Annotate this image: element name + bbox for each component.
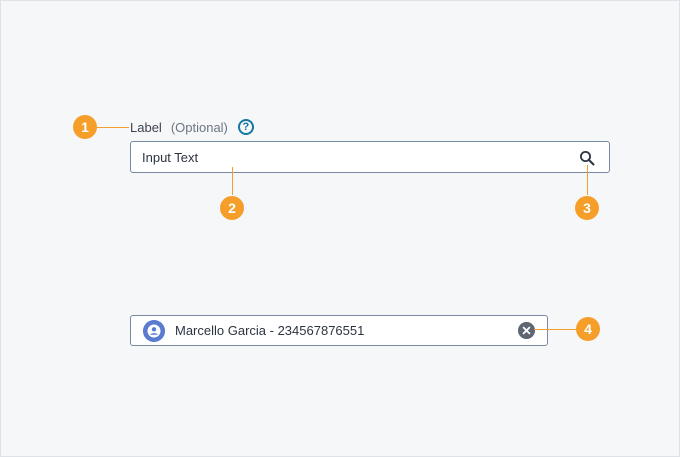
callout-number: 4 (584, 321, 592, 337)
callout-marker-3: 3 (575, 196, 599, 220)
annotation-canvas: 1 Label (Optional) ? Input Text 2 3 Marc… (0, 0, 680, 457)
selected-value-field[interactable]: Marcello Garcia - 234567876551 (130, 315, 548, 346)
selected-value-text: Marcello Garcia - 234567876551 (175, 323, 365, 338)
user-avatar-icon (143, 320, 165, 342)
field-label: Label (130, 119, 162, 135)
callout-line-2 (232, 167, 233, 195)
callout-line-1 (97, 127, 129, 128)
callout-line-4 (534, 329, 576, 330)
help-icon[interactable]: ? (237, 119, 254, 135)
callout-line-3 (587, 165, 588, 195)
callout-marker-2: 2 (220, 196, 244, 220)
input-value: Input Text (142, 150, 199, 165)
callout-number: 2 (228, 200, 236, 216)
clear-circle-icon[interactable] (518, 322, 535, 339)
callout-number: 3 (583, 200, 591, 216)
callout-marker-4: 4 (576, 317, 600, 341)
callout-number: 1 (81, 119, 89, 135)
field-label-row: Label (Optional) ? (130, 117, 254, 137)
search-icon[interactable] (579, 150, 595, 166)
optional-label: (Optional) (170, 119, 228, 135)
search-input[interactable]: Input Text (130, 141, 610, 173)
callout-marker-1: 1 (73, 115, 97, 139)
